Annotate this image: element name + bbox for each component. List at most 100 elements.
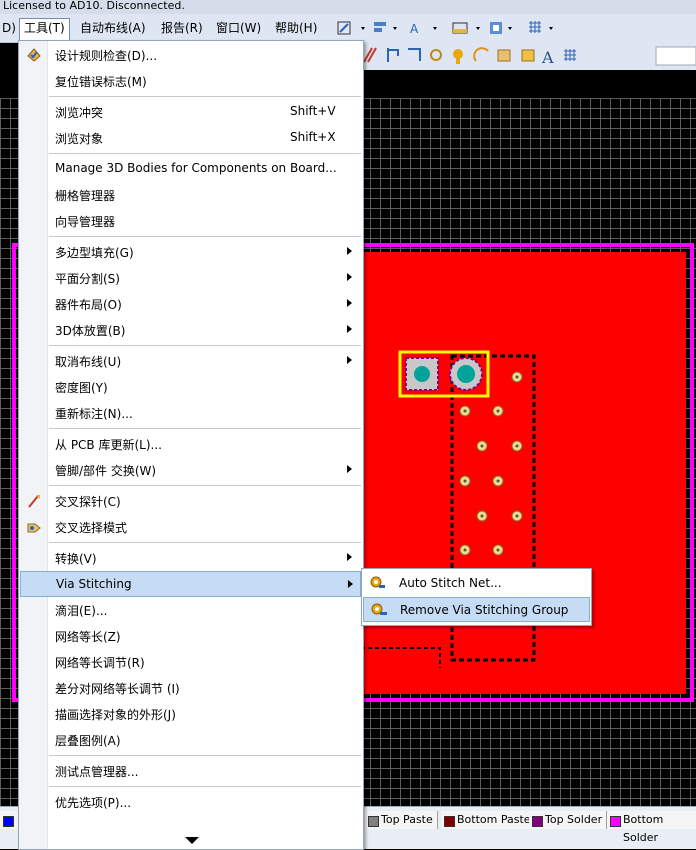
menu-3d-body-placement[interactable]: 3D体放置(B) <box>20 317 361 343</box>
menu-item-partial[interactable]: D) <box>0 19 20 37</box>
menu-separator <box>49 755 361 756</box>
interactive-route-icon <box>363 47 377 63</box>
menu-design-rule-check[interactable]: 设计规则检查(D)... <box>20 42 361 68</box>
menu-component-placement[interactable]: 器件布局(O) <box>20 291 361 317</box>
menu-grid-manager[interactable]: 栅格管理器 <box>20 182 361 208</box>
multi-route-icon <box>408 48 421 61</box>
submenu-arrow-icon <box>347 465 352 473</box>
menu-split-planes[interactable]: 平面分割(S) <box>20 265 361 291</box>
arc-icon <box>473 47 489 62</box>
menu-browse-violations[interactable]: 浏览冲突 Shift+V <box>20 99 361 125</box>
menu-item-help[interactable]: 帮助(H) <box>271 19 321 37</box>
svg-text:A: A <box>410 22 419 36</box>
dropdown-icon <box>361 27 365 30</box>
menu-via-stitching[interactable]: Via Stitching <box>20 571 361 597</box>
menu-separator <box>49 485 361 486</box>
menu-item-autoroute[interactable]: 自动布线(A) <box>76 19 150 37</box>
toolbar-place: A <box>362 42 696 70</box>
toolbar-top-icons[interactable]: A <box>330 14 696 42</box>
dimension-icon <box>452 22 468 34</box>
submenu-arrow-icon <box>347 553 352 561</box>
title-text: Licensed to AD10. Disconnected. <box>3 0 185 12</box>
layer-swatch <box>532 816 543 827</box>
layer-swatch <box>610 816 621 827</box>
menu-separator <box>49 345 361 346</box>
dropdown-icon <box>476 27 480 30</box>
via-icon <box>453 49 463 59</box>
tools-menu: 设计规则检查(D)... 复位错误标志(M) 浏览冲突 Shift+V 浏览对象… <box>18 40 364 850</box>
filter-icon <box>337 21 351 35</box>
menu-separator <box>49 236 361 237</box>
scroll-down-icon[interactable] <box>185 837 199 844</box>
dropdown-icon <box>549 27 553 30</box>
room-icon <box>490 22 502 34</box>
menu-testpoint-manager[interactable]: 测试点管理器... <box>20 758 361 784</box>
grid-icon <box>529 21 541 33</box>
dropdown-icon <box>433 27 437 30</box>
via-stitching-submenu: Auto Stitch Net... Remove Via Stitching … <box>361 568 592 626</box>
menu-cross-select-mode[interactable]: 交叉选择模式 <box>20 514 361 540</box>
menu-layer-stack-legend[interactable]: 层叠图例(A) <box>20 727 361 753</box>
menu-manage-3d-bodies[interactable]: Manage 3D Bodies for Components on Board… <box>20 156 361 182</box>
menu-preferences[interactable]: 优先选项(P)... <box>20 789 361 815</box>
menu-re-annotate[interactable]: 重新标注(N)... <box>20 400 361 426</box>
layer-name: Top Paste <box>381 813 433 826</box>
cross-probe-icon <box>28 495 40 508</box>
menu-equalize-net-lengths[interactable]: 网络等长(Z) <box>20 623 361 649</box>
submenu-arrow-icon <box>347 299 352 307</box>
array-icon <box>564 49 576 61</box>
submenu-arrow-icon <box>347 325 352 333</box>
menu-update-from-pcb-library[interactable]: 从 PCB 库更新(L)... <box>20 431 361 457</box>
diff-pair-icon <box>387 48 399 62</box>
layer-swatch <box>368 816 379 827</box>
menu-polygon-pours[interactable]: 多边型填充(G) <box>20 239 361 265</box>
drc-icon <box>27 48 41 62</box>
menu-separator <box>49 542 361 543</box>
menu-density-map[interactable]: 密度图(Y) <box>20 374 361 400</box>
submenu-arrow-icon <box>348 580 353 588</box>
menu-guide-manager[interactable]: 向导管理器 <box>20 208 361 234</box>
menu-diff-pair-length-tuning[interactable]: 差分对网络等长调节 (I) <box>20 675 361 701</box>
submenu-auto-stitch-net[interactable]: Auto Stitch Net... <box>363 571 590 596</box>
menu-separator <box>49 786 361 787</box>
menu-net-length-tuning[interactable]: 网络等长调节(R) <box>20 649 361 675</box>
string-icon: A <box>541 48 554 67</box>
text-icon: A <box>410 22 419 36</box>
menu-convert[interactable]: 转换(V) <box>20 545 361 571</box>
align-icon <box>374 22 386 32</box>
menu-cross-probe[interactable]: 交叉探针(C) <box>20 488 361 514</box>
menu-item-reports[interactable]: 报告(R) <box>157 19 207 37</box>
polygon-icon <box>521 49 535 62</box>
via-stitch-icon <box>370 576 385 588</box>
menu-reset-error-markers[interactable]: 复位错误标志(M) <box>20 68 361 94</box>
menu-browse-objects[interactable]: 浏览对象 Shift+X <box>20 125 361 151</box>
pad-hole <box>414 366 430 382</box>
layer-swatch <box>444 816 455 827</box>
layer-swatch <box>3 816 14 827</box>
layer-tab-top-solder[interactable]: Top Solder <box>529 811 608 829</box>
menu-unroute[interactable]: 取消布线(U) <box>20 348 361 374</box>
menu-teardrops[interactable]: 滴泪(E)... <box>20 597 361 623</box>
menu-outline-selected-objects[interactable]: 描画选择对象的外形(J) <box>20 701 361 727</box>
menu-separator <box>49 428 361 429</box>
layer-tab-bottom-solder[interactable]: Bottom Solder <box>607 811 696 844</box>
place-toolbar-icons[interactable]: A <box>362 42 696 70</box>
submenu-arrow-icon <box>347 356 352 364</box>
remove-via-stitch-icon <box>371 603 387 615</box>
cross-select-icon <box>27 523 41 533</box>
menu-item-window[interactable]: 窗口(W) <box>212 19 265 37</box>
menu-separator <box>49 96 361 97</box>
title-bar: Licensed to AD10. Disconnected. <box>0 0 696 14</box>
layer-tab-bottom-paste[interactable]: Bottom Paste <box>441 811 536 829</box>
submenu-arrow-icon <box>347 273 352 281</box>
layer-name: Top Solder <box>545 813 603 826</box>
pad-icon <box>430 49 442 61</box>
submenu-arrow-icon <box>347 247 352 255</box>
dropdown-icon <box>393 27 397 30</box>
layer-name: Bottom Solder <box>623 813 664 844</box>
layer-tab-top-paste[interactable]: Top Paste <box>365 811 438 829</box>
dropdown-icon <box>508 27 512 30</box>
menu-pin-part-swapping[interactable]: 管脚/部件 交换(W) <box>20 457 361 483</box>
toolbar-input <box>655 46 696 66</box>
submenu-remove-via-stitching-group[interactable]: Remove Via Stitching Group <box>363 597 590 622</box>
